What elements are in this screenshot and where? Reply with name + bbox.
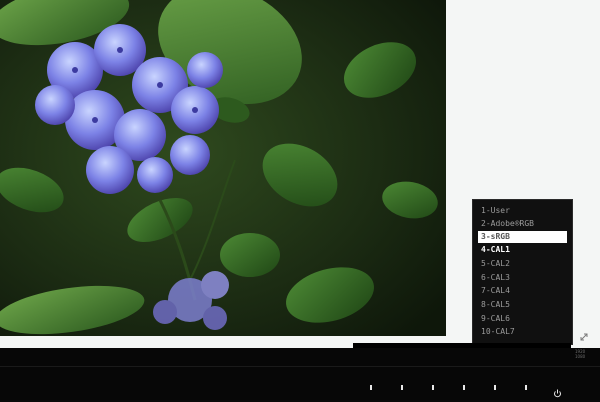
resolution-height: 1080 — [575, 354, 586, 359]
menu-item-cal3[interactable]: 6-CAL3 — [481, 272, 569, 284]
bezel-button-2[interactable] — [401, 385, 403, 390]
bezel-power-button[interactable] — [553, 383, 562, 398]
menu-item-srgb[interactable]: 3-sRGB — [478, 231, 567, 243]
menu-item-cal5[interactable]: 8-CAL5 — [481, 299, 569, 311]
menu-item-user[interactable]: 1-User — [481, 205, 569, 217]
hydrangea-image — [0, 0, 446, 336]
resize-icon — [578, 331, 592, 345]
power-icon — [554, 389, 561, 398]
menu-item-cal4[interactable]: 7-CAL4 — [481, 285, 569, 297]
bezel-button-6[interactable] — [525, 385, 527, 390]
bezel-button-4[interactable] — [463, 385, 465, 390]
menu-item-cal6[interactable]: 9-CAL6 — [481, 313, 569, 325]
color-mode-menu: 1-User 2-Adobe®RGB 3-sRGB 4-CAL1 5-CAL2 … — [472, 199, 573, 345]
bezel-button-1[interactable] — [370, 385, 372, 390]
bezel-button-5[interactable] — [494, 385, 496, 390]
monitor-bezel — [0, 348, 600, 400]
resolution-label: 1920 1080 — [575, 349, 599, 359]
bezel-divider — [0, 366, 600, 367]
hydrangea-photo — [0, 0, 446, 336]
bezel-button-3[interactable] — [432, 385, 434, 390]
menu-item-cal7[interactable]: 10-CAL7 — [481, 326, 569, 338]
menu-item-cal1[interactable]: 4-CAL1 — [481, 244, 569, 256]
menu-item-adobe-rgb[interactable]: 2-Adobe®RGB — [481, 218, 569, 230]
menu-item-cal2[interactable]: 5-CAL2 — [481, 258, 569, 270]
monitor-screen: 1-User 2-Adobe®RGB 3-sRGB 4-CAL1 5-CAL2 … — [0, 0, 600, 348]
